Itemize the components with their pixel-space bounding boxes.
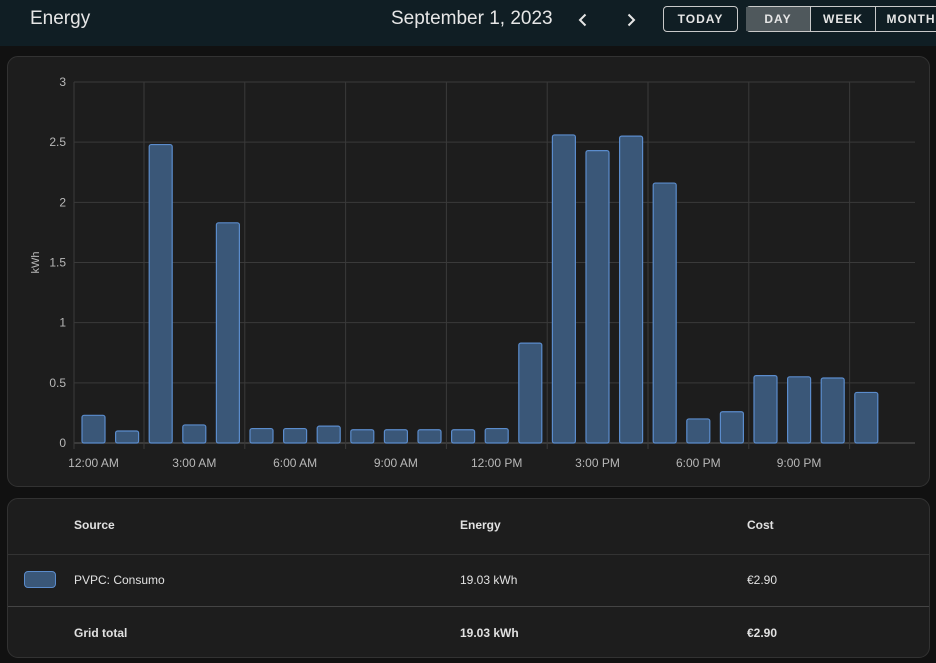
source-color-swatch [24, 571, 56, 588]
energy-column-header: Energy [460, 518, 501, 532]
y-tick-label: 1 [59, 316, 66, 330]
source-column-header: Source [74, 518, 115, 532]
cost-column-header: Cost [747, 518, 774, 532]
total-energy: 19.03 kWh [460, 626, 519, 640]
previous-period-button[interactable] [571, 8, 595, 32]
chart-bar [451, 429, 476, 444]
x-tick-label: 9:00 PM [777, 456, 822, 470]
x-tick-label: 3:00 AM [172, 456, 216, 470]
chart-bar [383, 429, 408, 444]
period-selector: DAY WEEK MONTH [746, 6, 936, 32]
chart-bar [854, 391, 879, 444]
chart-bar [148, 143, 173, 444]
chart-bar [316, 425, 341, 444]
source-name: PVPC: Consumo [74, 573, 165, 587]
y-tick-label: 0.5 [49, 376, 66, 390]
page-title: Energy [30, 8, 91, 29]
chart-bar [551, 134, 577, 444]
chart-bar [518, 342, 543, 444]
x-tick-label: 3:00 PM [575, 456, 620, 470]
y-tick-label: 0 [59, 436, 66, 450]
energy-usage-chart: 0 0.5 1 1.5 2 2.5 3 12:00 AM 3:00 AM 6:00 AM 9:00 … [30, 75, 915, 470]
top-app-bar: Energy September 1, 2023 TODAY DAY WEEK … [0, 0, 936, 46]
chart-bar [820, 377, 845, 444]
x-tick-label: 6:00 PM [676, 456, 721, 470]
chart-bar [283, 427, 308, 444]
chevron-left-icon [578, 13, 587, 27]
total-cost: €2.90 [747, 626, 778, 640]
chart-bar [350, 429, 375, 444]
chart-bar [618, 135, 644, 444]
divider [8, 606, 929, 607]
x-tick-label: 6:00 AM [273, 456, 317, 470]
next-period-button[interactable] [619, 8, 643, 32]
chart-bar [786, 376, 812, 444]
chart-bar [652, 182, 677, 444]
source-cost: €2.90 [747, 573, 778, 587]
chevron-right-icon [627, 13, 636, 27]
chart-bar [484, 427, 509, 444]
period-week-button[interactable]: WEEK [811, 7, 876, 31]
chart-bar [753, 375, 778, 444]
y-tick-label: 1.5 [49, 256, 66, 270]
energy-sources-table: Source Energy Cost PVPC: Consumo 19.03 k… [7, 498, 930, 658]
y-tick-label: 2.5 [49, 135, 66, 149]
source-energy: 19.03 kWh [460, 573, 518, 587]
chart-bar [182, 424, 207, 444]
divider [8, 554, 929, 555]
x-tick-label: 12:00 AM [68, 456, 119, 470]
date-label: September 1, 2023 [391, 8, 553, 29]
chart-bar [686, 418, 711, 444]
energy-chart-card: 0 0.5 1 1.5 2 2.5 3 12:00 AM 3:00 AM 6:00 AM 9:00 … [7, 56, 930, 487]
chart-bar [114, 430, 140, 444]
y-axis-label: kWh [30, 252, 42, 274]
chart-bar [417, 429, 442, 444]
chart-bar [719, 411, 745, 444]
chart-bar [81, 414, 106, 444]
x-tick-label: 12:00 PM [471, 456, 522, 470]
total-label: Grid total [74, 626, 128, 640]
x-tick-label: 9:00 AM [374, 456, 418, 470]
chart-bar [585, 149, 610, 444]
chart-bar [215, 222, 240, 444]
period-month-button[interactable]: MONTH [876, 7, 936, 31]
chart-bar [249, 427, 274, 444]
period-day-button[interactable]: DAY [746, 7, 811, 31]
y-tick-label: 3 [59, 75, 66, 89]
today-button[interactable]: TODAY [663, 6, 738, 32]
y-tick-label: 2 [59, 195, 66, 209]
